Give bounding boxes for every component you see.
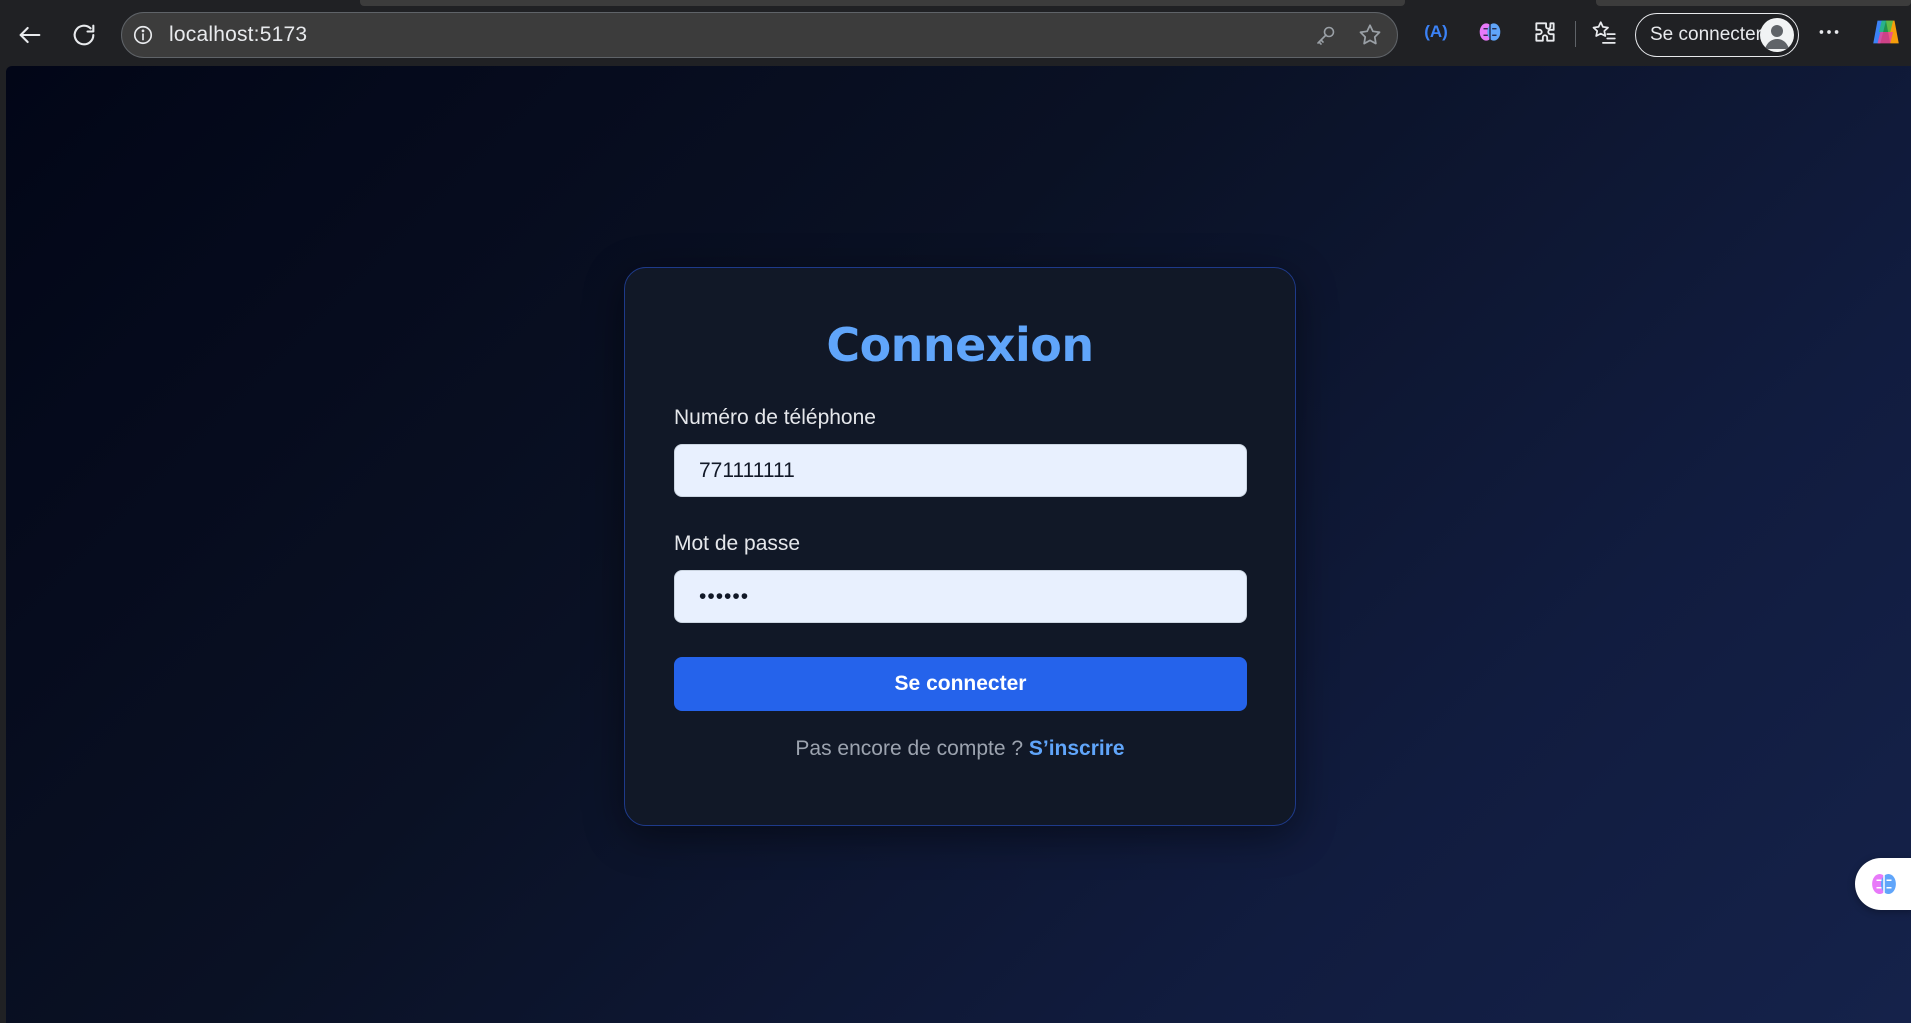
favorites-list-icon <box>1592 21 1616 44</box>
signup-prompt-line: Pas encore de compte ? S’inscrire <box>625 737 1295 761</box>
toolbar-divider <box>1575 21 1576 47</box>
back-button[interactable] <box>10 15 50 55</box>
copilot-icon <box>1873 20 1899 44</box>
tab-strip-edge-right <box>1596 0 1911 6</box>
read-aloud-icon: (A) <box>1424 22 1448 41</box>
address-bar[interactable]: localhost:5173 <box>121 12 1398 58</box>
brain-extension[interactable] <box>1472 14 1508 50</box>
profile-button-label: Se connecter <box>1650 24 1762 45</box>
reload-button[interactable] <box>64 15 104 55</box>
url-text[interactable]: localhost:5173 <box>169 23 307 47</box>
password-key-icon <box>1317 26 1335 45</box>
read-aloud-extension[interactable]: (A) <box>1418 14 1454 50</box>
reload-icon <box>73 24 95 46</box>
page-title: Connexion <box>826 318 1094 372</box>
favorite-button[interactable] <box>1352 17 1388 53</box>
login-submit-button[interactable]: Se connecter <box>674 657 1247 711</box>
back-icon <box>19 26 41 44</box>
phone-label: Numéro de téléphone <box>674 406 876 429</box>
extensions-button[interactable] <box>1527 14 1563 50</box>
more-menu-button[interactable] <box>1811 14 1847 50</box>
floating-assistant-button[interactable] <box>1855 858 1911 910</box>
brain-assistant-icon <box>1872 874 1896 894</box>
brain-extension-icon <box>1479 23 1501 41</box>
avatar-icon <box>1760 18 1794 52</box>
site-info-icon <box>133 25 153 45</box>
copilot-button[interactable] <box>1868 14 1904 50</box>
tab-strip-edge <box>360 0 1405 6</box>
signup-prompt-text: Pas encore de compte ? <box>795 737 1024 760</box>
page-viewport: Connexion Numéro de téléphone Mot de pas… <box>6 66 1911 1023</box>
signup-link[interactable]: S’inscrire <box>1029 737 1125 760</box>
profile-button[interactable]: Se connecter <box>1635 13 1799 57</box>
extensions-puzzle-icon <box>1535 22 1555 42</box>
password-input[interactable] <box>674 570 1247 623</box>
favorites-button[interactable] <box>1586 14 1622 50</box>
password-label: Mot de passe <box>674 532 801 555</box>
login-card: Connexion Numéro de téléphone Mot de pas… <box>624 267 1296 826</box>
browser-toolbar: localhost:5173 (A) Se connecter <box>0 0 1911 66</box>
favorite-star-icon <box>1359 24 1381 45</box>
phone-input[interactable] <box>674 444 1247 497</box>
password-key-button[interactable] <box>1308 17 1344 53</box>
more-menu-icon <box>1819 30 1839 34</box>
site-info-button[interactable] <box>131 23 155 47</box>
